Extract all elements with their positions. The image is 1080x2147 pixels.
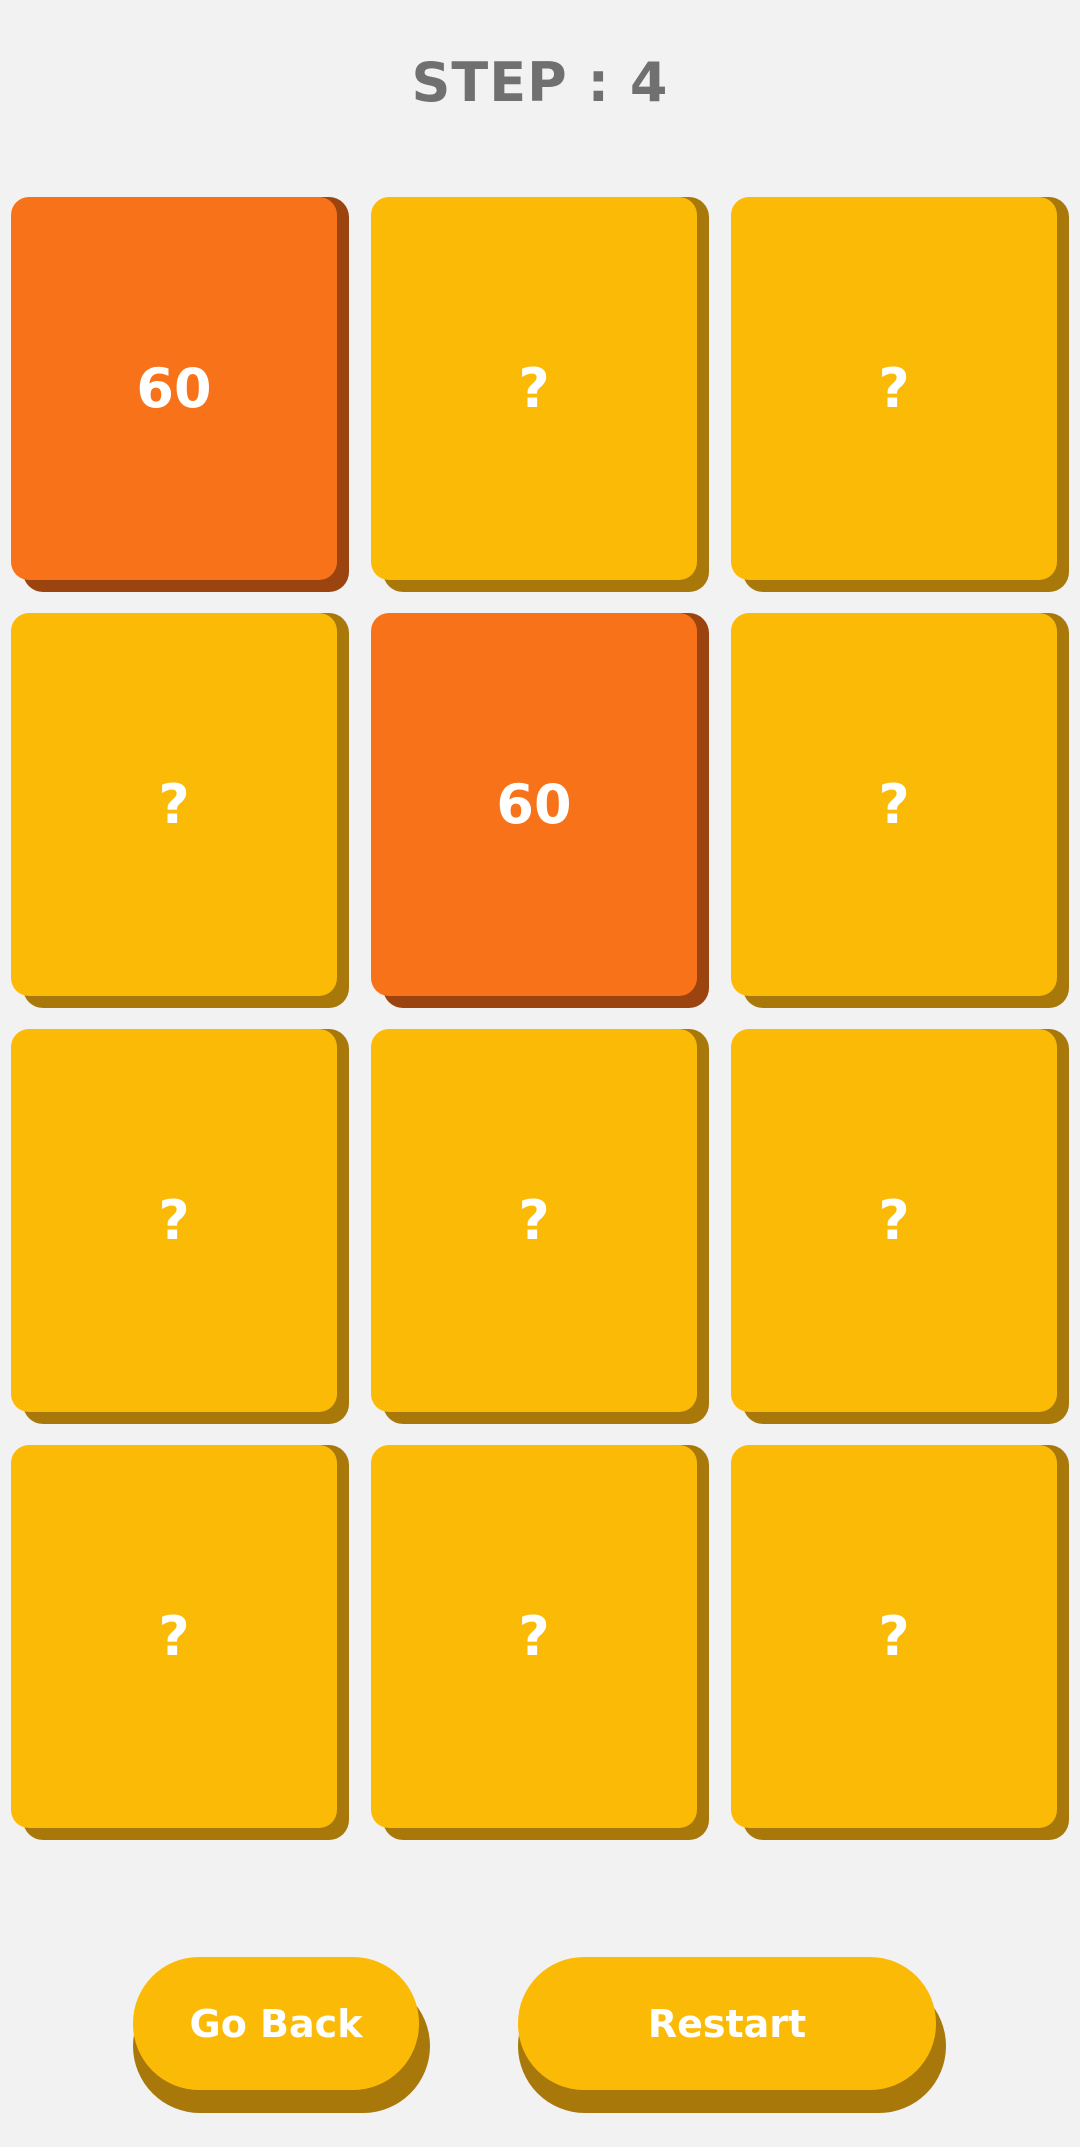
card-face: ? bbox=[731, 613, 1057, 996]
card-2[interactable]: ? bbox=[371, 197, 709, 592]
card-label: ? bbox=[878, 1604, 910, 1668]
card-10[interactable]: ? bbox=[11, 1445, 349, 1840]
card-label: 60 bbox=[496, 772, 572, 836]
card-12[interactable]: ? bbox=[731, 1445, 1069, 1840]
card-7[interactable]: ? bbox=[11, 1029, 349, 1424]
card-face: ? bbox=[371, 1445, 697, 1828]
card-label: ? bbox=[158, 1188, 190, 1252]
card-label: ? bbox=[518, 356, 550, 420]
card-face: ? bbox=[371, 197, 697, 580]
card-6[interactable]: ? bbox=[731, 613, 1069, 1008]
button-face: Go Back bbox=[133, 1957, 419, 2090]
card-label: ? bbox=[158, 1604, 190, 1668]
restart-label: Restart bbox=[647, 2001, 807, 2046]
card-label: ? bbox=[158, 772, 190, 836]
card-face: ? bbox=[731, 1445, 1057, 1828]
card-5[interactable]: 60 bbox=[371, 613, 709, 1008]
go-back-button[interactable]: Go Back bbox=[133, 1957, 430, 2113]
card-face: ? bbox=[11, 613, 337, 996]
card-label: ? bbox=[518, 1604, 550, 1668]
card-grid: 60 ? ? ? 60 ? ? ? ? ? ? ? bbox=[11, 197, 1069, 1840]
card-face: ? bbox=[371, 1029, 697, 1412]
card-face: 60 bbox=[11, 197, 337, 580]
card-face: ? bbox=[731, 1029, 1057, 1412]
card-label: ? bbox=[878, 356, 910, 420]
card-3[interactable]: ? bbox=[731, 197, 1069, 592]
card-face: 60 bbox=[371, 613, 697, 996]
go-back-label: Go Back bbox=[189, 2001, 363, 2046]
button-face: Restart bbox=[518, 1957, 936, 2090]
card-label: ? bbox=[878, 1188, 910, 1252]
card-4[interactable]: ? bbox=[11, 613, 349, 1008]
card-label: ? bbox=[518, 1188, 550, 1252]
restart-button[interactable]: Restart bbox=[518, 1957, 946, 2113]
card-label: 60 bbox=[136, 356, 212, 420]
card-label: ? bbox=[878, 772, 910, 836]
card-face: ? bbox=[11, 1445, 337, 1828]
card-9[interactable]: ? bbox=[731, 1029, 1069, 1424]
card-face: ? bbox=[731, 197, 1057, 580]
card-face: ? bbox=[11, 1029, 337, 1412]
step-counter: STEP : 4 bbox=[411, 51, 669, 114]
card-1[interactable]: 60 bbox=[11, 197, 349, 592]
card-8[interactable]: ? bbox=[371, 1029, 709, 1424]
card-11[interactable]: ? bbox=[371, 1445, 709, 1840]
